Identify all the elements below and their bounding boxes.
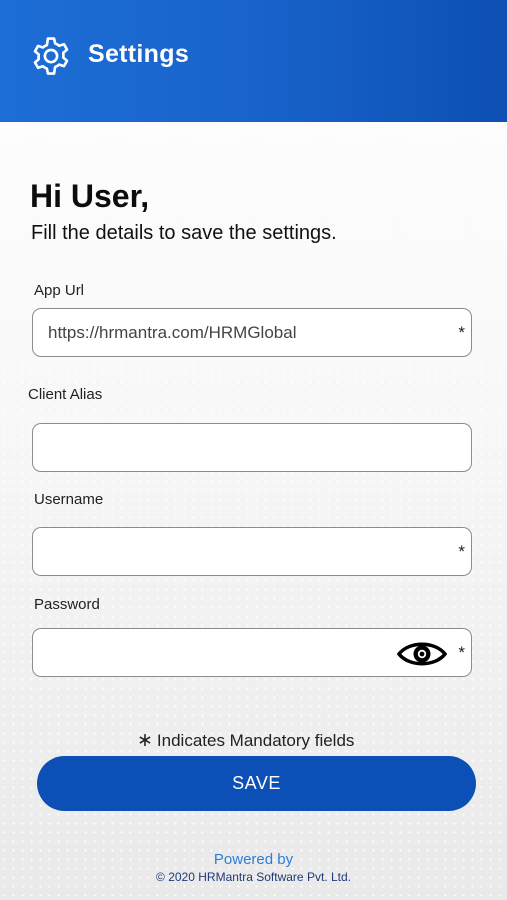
username-label: Username [34,491,104,508]
username-input[interactable] [48,528,428,575]
password-label: Password [34,596,100,613]
client-alias-field-box [32,423,472,472]
copyright-text: © 2020 HRMantra Software Pvt. Ltd. [156,870,351,884]
app-url-input[interactable] [48,309,428,356]
required-marker: * [458,542,465,561]
powered-by-text: Powered by [213,851,294,868]
username-field-box: * [32,527,472,576]
save-button[interactable]: SAVE [37,756,476,811]
gear-icon [33,37,69,75]
required-marker: * [458,643,465,662]
app-header: Settings [0,0,507,122]
password-field-box: * [32,628,472,677]
instructions-text: Fill the details to save the settings. [31,222,337,244]
asterisk-icon: ∗ [137,730,153,751]
eye-icon[interactable] [397,640,447,668]
required-marker: * [458,323,465,342]
mandatory-fields-note: ∗ Indicates Mandatory fields [137,729,354,752]
app-url-label: App Url [34,282,85,299]
greeting-heading: Hi User, [30,178,150,214]
mandatory-note-text: Indicates Mandatory fields [156,731,355,750]
client-alias-input[interactable] [48,424,428,471]
client-alias-label: Client Alias [28,386,103,403]
password-input[interactable] [48,629,378,676]
page-title: Settings [88,40,190,68]
app-url-field-box: * [32,308,472,357]
